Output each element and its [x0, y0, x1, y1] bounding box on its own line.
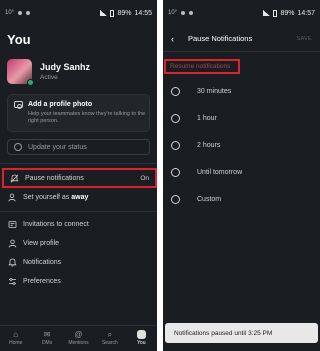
profile-name: Judy Sanhz	[40, 61, 91, 72]
menu-item-label: Notifications	[23, 259, 62, 266]
temperature-text: 10°	[168, 10, 178, 16]
tab-you[interactable]: You	[128, 330, 154, 346]
option-label: Until tomorrow	[197, 169, 243, 176]
menu-item-notifications[interactable]: Notifications	[0, 253, 157, 272]
avatar[interactable]	[7, 58, 34, 86]
status-bar: 10° 89% 14:57	[163, 0, 320, 26]
pause-duration-options: 30 minutes 1 hour 2 hours Until tomorrow…	[163, 78, 320, 213]
radio-button-icon[interactable]	[171, 114, 180, 123]
back-arrow-icon[interactable]: ‹	[171, 34, 174, 44]
divider	[0, 163, 157, 164]
option-30-minutes[interactable]: 30 minutes	[163, 78, 320, 105]
signal-icon	[263, 10, 271, 16]
notification-dot-icon	[26, 11, 31, 15]
battery-icon	[273, 9, 278, 17]
add-photo-card[interactable]: Add a profile photo Help your teammates …	[7, 94, 150, 132]
pause-notifications-row[interactable]: Pause notifications On	[2, 168, 157, 188]
radio-button-icon[interactable]	[171, 141, 180, 150]
tab-search[interactable]: ⌕ Search	[97, 330, 123, 346]
pause-notifications-screen: 10° 89% 14:57 ‹ Pause Notifications SAVE …	[163, 0, 320, 351]
battery-text: 89%	[117, 9, 132, 17]
search-icon: ⌕	[107, 330, 113, 339]
online-status-icon	[27, 78, 34, 86]
set-away-label: Set yourself as away	[23, 194, 89, 201]
option-2-hours[interactable]: 2 hours	[163, 132, 320, 159]
snackbar-toast: Notifications paused until 3:25 PM	[165, 323, 318, 343]
update-status-placeholder: Update your status	[28, 143, 87, 151]
menu-item-view-profile[interactable]: View profile	[0, 234, 157, 253]
page-title: Pause Notifications	[188, 34, 253, 43]
tab-dms[interactable]: ✉ DMs	[34, 330, 60, 346]
resume-notifications-button[interactable]: Resume notifications	[164, 59, 240, 74]
update-status-input[interactable]: Update your status	[7, 139, 150, 155]
clock-text: 14:55	[134, 9, 152, 17]
option-label: 2 hours	[197, 142, 221, 149]
page-title: You	[7, 32, 31, 47]
option-until-tomorrow[interactable]: Until tomorrow	[163, 159, 320, 186]
dm-icon: ✉	[43, 330, 51, 339]
menu-item-preferences[interactable]: Preferences	[0, 272, 157, 291]
tab-label: Mentions	[68, 340, 89, 346]
bell-icon	[8, 258, 17, 267]
notification-dot-icon	[18, 11, 23, 15]
option-label: Custom	[197, 196, 222, 203]
bell-snooze-icon	[10, 174, 19, 183]
save-button[interactable]: SAVE	[297, 36, 312, 42]
person-icon	[8, 239, 17, 248]
invitation-icon	[8, 220, 17, 229]
battery-text: 89%	[280, 9, 295, 17]
tab-home[interactable]: ⌂ Home	[3, 330, 29, 346]
tab-label: You	[137, 340, 146, 346]
set-away-row[interactable]: Set yourself as away	[0, 188, 157, 207]
add-photo-subtitle: Help your teammates know they're talking…	[28, 111, 146, 124]
bottom-tab-bar: ⌂ Home ✉ DMs @ Mentions ⌕ Search You	[0, 325, 157, 351]
temperature-text: 10°	[5, 10, 15, 16]
radio-button-icon[interactable]	[171, 195, 180, 204]
at-icon: @	[74, 330, 83, 339]
sliders-icon	[8, 277, 17, 286]
notification-dot-icon	[189, 11, 194, 15]
home-icon: ⌂	[13, 330, 19, 339]
option-label: 1 hour	[197, 115, 217, 122]
camera-icon	[14, 101, 23, 109]
option-custom[interactable]: Custom	[163, 186, 320, 213]
avatar-icon	[136, 330, 146, 339]
menu-item-label: Preferences	[23, 278, 61, 285]
profile-status: Active	[40, 73, 58, 81]
radio-button-icon[interactable]	[171, 87, 180, 96]
tab-label: Home	[9, 340, 23, 346]
menu-item-invitations[interactable]: Invitations to connect	[0, 215, 157, 234]
notification-dot-icon	[181, 11, 186, 15]
app-header: ‹ Pause Notifications SAVE	[163, 26, 320, 52]
option-label: 30 minutes	[197, 88, 232, 95]
tab-label: DMs	[41, 340, 53, 346]
radio-button-icon[interactable]	[171, 168, 180, 177]
menu-item-label: Invitations to connect	[23, 221, 89, 228]
profile-header[interactable]: Judy Sanhz Active	[0, 54, 157, 88]
you-screen: 10° 89% 14:55 You Judy Sanhz Active Add a…	[0, 0, 157, 351]
pause-notifications-label: Pause notifications	[25, 174, 84, 182]
pause-notifications-value: On	[140, 174, 149, 182]
clock-text: 14:57	[297, 9, 315, 17]
menu-item-label: View profile	[23, 240, 60, 247]
add-photo-title: Add a profile photo	[28, 101, 93, 108]
person-away-icon	[8, 193, 17, 202]
battery-icon	[110, 9, 115, 17]
smiley-icon	[14, 143, 22, 151]
status-bar: 10° 89% 14:55	[0, 0, 157, 26]
option-1-hour[interactable]: 1 hour	[163, 105, 320, 132]
signal-icon	[100, 10, 108, 16]
divider	[0, 211, 157, 212]
tab-mentions[interactable]: @ Mentions	[65, 330, 91, 346]
tab-label: Search	[101, 340, 118, 346]
